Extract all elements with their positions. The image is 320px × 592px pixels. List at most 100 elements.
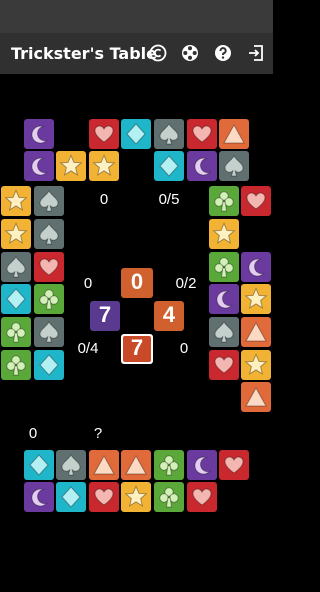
exit-icon[interactable] [246,43,266,63]
top-hand-card[interactable] [187,151,217,181]
heart-icon [219,450,249,480]
tri-icon [89,450,119,480]
left-hand-card[interactable] [1,252,31,282]
left-player-tricks: 0 [83,275,93,292]
left-hand-card[interactable] [1,219,31,249]
left-hand-card[interactable] [1,350,31,380]
top-hand-card[interactable] [24,119,54,149]
player-hand-card[interactable] [89,450,119,480]
top-player-bid: 0/5 [158,191,180,208]
top-hand-card[interactable] [154,151,184,181]
player-hand-card[interactable] [56,482,86,512]
star-icon [56,151,86,181]
spade-icon [34,317,64,347]
diamond-icon [56,482,86,512]
top-hand-card[interactable] [154,119,184,149]
player-hand-card[interactable] [89,482,119,512]
clover-icon [154,482,184,512]
right-hand-card[interactable] [209,284,239,314]
right-hand-card[interactable] [209,317,239,347]
player-hand-card[interactable] [154,450,184,480]
played-card-right: 4 [154,301,184,331]
diamond-icon [121,119,151,149]
moon-icon [187,151,217,181]
played-card-bottom-value: 7 [130,335,144,360]
app-title: Trickster's Table [11,44,157,63]
diamond-icon [1,284,31,314]
right-player-tricks: 0/2 [175,275,197,292]
played-card-right-value: 4 [162,302,176,327]
clover-icon [1,350,31,380]
spade-icon [1,252,31,282]
right-hand-card[interactable] [209,350,239,380]
top-hand-card[interactable] [56,151,86,181]
tri-icon [121,450,151,480]
moon-icon [24,482,54,512]
right-hand-card[interactable] [209,219,239,249]
heart-icon [187,119,217,149]
right-hand-card[interactable] [209,186,239,216]
left-hand-card[interactable] [34,219,64,249]
left-hand-card[interactable] [34,252,64,282]
heart-icon [89,119,119,149]
bottom-player-tricks: 0 [28,425,38,442]
left-hand-card[interactable] [1,186,31,216]
heart-icon [89,482,119,512]
top-hand-card[interactable] [24,151,54,181]
settings-icon[interactable] [180,43,200,63]
right-hand-card[interactable] [241,382,271,412]
copyright-icon[interactable] [148,43,168,63]
moon-icon [187,450,217,480]
player-hand-card[interactable] [24,482,54,512]
heart-icon [34,252,64,282]
spade-icon [209,317,239,347]
right-hand-card[interactable] [241,252,271,282]
star-icon [1,219,31,249]
spade-icon [34,219,64,249]
game-board: 0 0/5 0 0/4 0/2 0 0 ? 0 7 4 7 [0,74,273,592]
player-hand-card[interactable] [121,482,151,512]
diamond-icon [34,350,64,380]
player-hand-card[interactable] [187,482,217,512]
right-hand-card[interactable] [241,284,271,314]
left-hand-card[interactable] [1,284,31,314]
spade-icon [56,450,86,480]
left-hand-card[interactable] [34,284,64,314]
top-hand-card[interactable] [121,119,151,149]
player-hand-card[interactable] [187,450,217,480]
help-icon[interactable] [213,43,233,63]
clover-icon [1,317,31,347]
right-hand-card[interactable] [241,186,271,216]
tri-icon [241,382,271,412]
left-player-bid: 0/4 [77,340,99,357]
top-hand-card[interactable] [89,119,119,149]
star-icon [241,284,271,314]
left-hand-card[interactable] [1,317,31,347]
player-hand-card[interactable] [154,482,184,512]
left-hand-card[interactable] [34,317,64,347]
star-icon [1,186,31,216]
top-hand-card[interactable] [89,151,119,181]
heart-icon [209,350,239,380]
moon-icon [24,119,54,149]
left-hand-card[interactable] [34,186,64,216]
top-player-tricks: 0 [99,191,109,208]
player-hand-card[interactable] [24,450,54,480]
star-icon [241,350,271,380]
right-hand-card[interactable] [241,317,271,347]
right-hand-card[interactable] [241,350,271,380]
player-hand-card[interactable] [121,450,151,480]
tri-icon [241,317,271,347]
top-hand-card[interactable] [219,119,249,149]
player-hand-card[interactable] [56,450,86,480]
played-card-top: 0 [121,268,153,298]
top-hand-card[interactable] [219,151,249,181]
moon-icon [241,252,271,282]
player-hand-card[interactable] [219,450,249,480]
status-bar [0,0,273,33]
top-hand-card[interactable] [187,119,217,149]
moon-icon [24,151,54,181]
left-hand-card[interactable] [34,350,64,380]
right-hand-card[interactable] [209,252,239,282]
clover-icon [209,252,239,282]
